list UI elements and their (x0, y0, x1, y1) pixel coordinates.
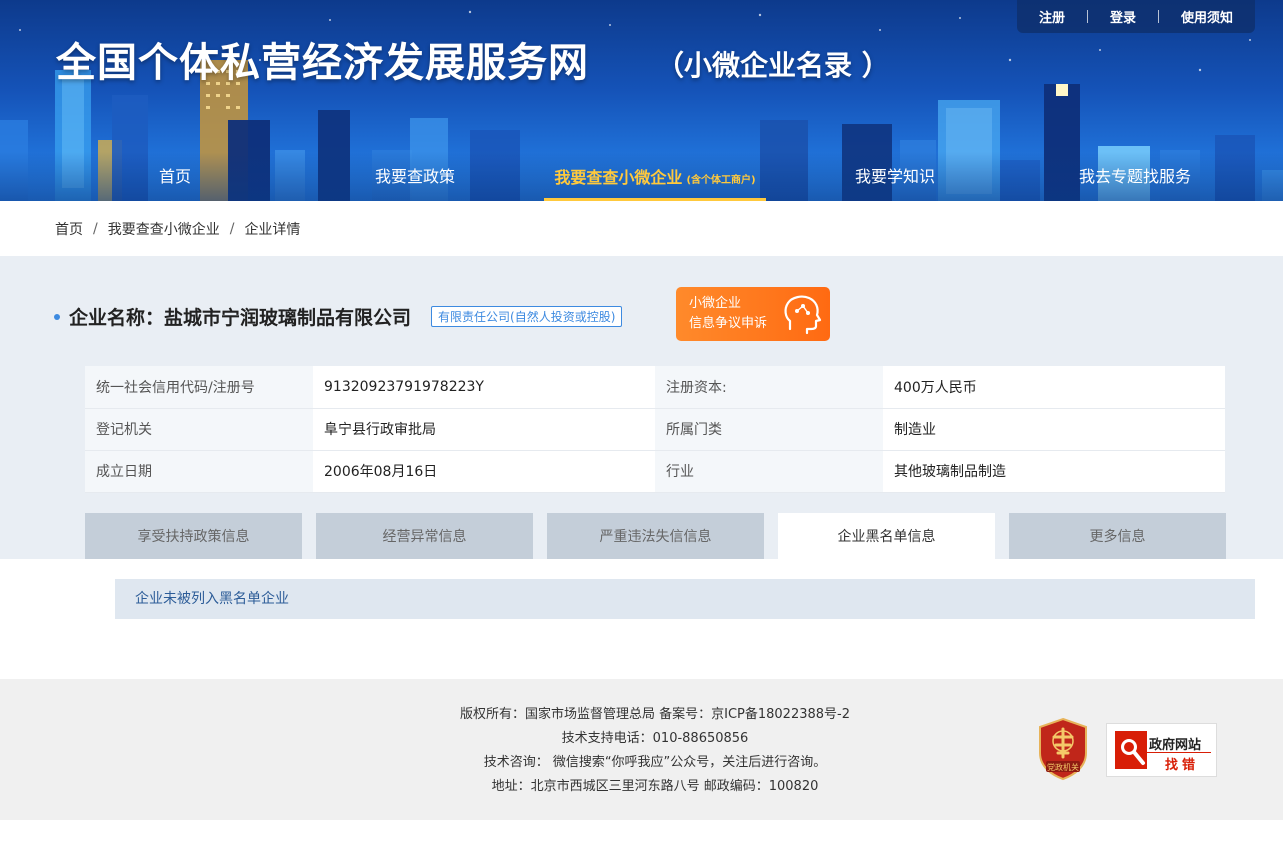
site-subtitle: （小微企业名录 ） (656, 49, 890, 82)
tab-support-policy[interactable]: 享受扶持政策信息 (85, 513, 302, 559)
info-key: 注册资本: (655, 366, 883, 409)
magnifier-icon (1115, 731, 1147, 769)
nav-label: 我要查查小微企业 (554, 168, 683, 187)
company-info-table: 统一社会信用代码/注册号 91320923791978223Y 注册资本: 40… (85, 366, 1225, 493)
tab-blacklist[interactable]: 企业黑名单信息 (778, 513, 995, 559)
table-row: 成立日期 2006年08月16日 行业 其他玻璃制品制造 (85, 450, 1225, 493)
gov-badge-line1: 政府网站 (1149, 738, 1202, 753)
top-links-bar: 注册 登录 使用须知 (1017, 0, 1255, 33)
breadcrumb-separator: / (93, 220, 98, 237)
info-key: 成立日期 (85, 450, 313, 493)
main-nav: 首页 我要查政策 我要查查小微企业 (含个体工商户) 我要学知识 我去专题找服务 (0, 152, 1283, 201)
dispute-appeal-button[interactable]: 小微企业 信息争议申诉 (676, 287, 830, 341)
breadcrumb: 首页 / 我要查查小微企业 / 企业详情 (0, 201, 1283, 256)
info-value: 2006年08月16日 (313, 450, 655, 493)
login-link[interactable]: 登录 (1088, 7, 1158, 26)
info-value: 制造业 (883, 408, 1225, 451)
info-key: 行业 (655, 450, 883, 493)
info-value: 400万人民币 (883, 366, 1225, 409)
breadcrumb-separator: / (229, 220, 235, 237)
badge-divider (1147, 752, 1211, 753)
info-key: 所属门类 (655, 408, 883, 451)
register-link[interactable]: 注册 (1017, 7, 1087, 26)
footer-info: 版权所有：国家市场监督管理总局 备案号：京ICP备18022388号-2 技术支… (0, 703, 1283, 799)
company-detail-panel: 企业名称：盐城市宁润玻璃制品有限公司 有限责任公司(自然人投资或控股) 小微企业… (0, 256, 1283, 559)
head-profile-icon (784, 295, 822, 335)
company-name: 企业名称：盐城市宁润玻璃制品有限公司 (69, 307, 412, 329)
nav-services[interactable]: 我去专题找服务 (1065, 152, 1205, 201)
blacklist-result: 企业未被列入黑名单企业 (115, 579, 1255, 619)
info-key: 统一社会信用代码/注册号 (85, 366, 313, 409)
nav-label: 我要查政策 (374, 167, 455, 186)
tab-abnormal-operation[interactable]: 经营异常信息 (316, 513, 533, 559)
gov-website-error-report-badge[interactable]: 政府网站 找错 (1106, 723, 1217, 777)
info-value: 阜宁县行政审批局 (313, 408, 655, 451)
tab-more-info[interactable]: 更多信息 (1009, 513, 1226, 559)
breadcrumb-enterprise-search[interactable]: 我要查查小微企业 (108, 219, 220, 239)
party-badge-label: 党政机关 (1047, 762, 1079, 772)
info-key: 登记机关 (85, 408, 313, 451)
nav-home[interactable]: 首页 (130, 152, 220, 201)
company-heading: 企业名称：盐城市宁润玻璃制品有限公司 有限责任公司(自然人投资或控股) (54, 303, 623, 330)
company-type-tag: 有限责任公司(自然人投资或控股) (431, 306, 623, 327)
site-title: 全国个体私营经济发展服务网 (56, 40, 589, 86)
info-value: 91320923791978223Y (313, 366, 655, 409)
site-header: 注册 登录 使用须知 全国个体私营经济发展服务网 （小微企业名录 ） 首页 我要… (0, 0, 1283, 201)
footer-address: 地址：北京市西城区三里河东路八号 邮政编码：100820 (491, 779, 819, 794)
bullet-dot-icon (54, 313, 60, 320)
nav-knowledge[interactable]: 我要学知识 (840, 152, 950, 201)
footer-copyright: 版权所有：国家市场监督管理总局 备案号：京ICP备18022388号-2 (459, 707, 850, 722)
site-footer: 版权所有：国家市场监督管理总局 备案号：京ICP备18022388号-2 技术支… (0, 679, 1283, 820)
table-row: 统一社会信用代码/注册号 91320923791978223Y 注册资本: 40… (85, 366, 1225, 409)
info-value: 其他玻璃制品制造 (883, 450, 1225, 493)
tab-serious-violation[interactable]: 严重违法失信信息 (547, 513, 764, 559)
party-government-badge-icon[interactable]: 党政机关 (1036, 717, 1090, 781)
table-row: 登记机关 阜宁县行政审批局 所属门类 制造业 (85, 408, 1225, 451)
footer-phone: 技术支持电话：010-88650856 (561, 731, 749, 746)
nav-note: (含个体工商户) (686, 175, 756, 186)
usage-notice-link[interactable]: 使用须知 (1159, 7, 1255, 26)
nav-label: 我要学知识 (854, 167, 935, 186)
nav-enterprise-search[interactable]: 我要查查小微企业 (含个体工商户) (544, 152, 766, 201)
breadcrumb-current: 企业详情 (244, 221, 301, 238)
nav-label: 我去专题找服务 (1078, 167, 1191, 186)
nav-policy[interactable]: 我要查政策 (360, 152, 470, 201)
footer-consult: 技术咨询： 微信搜索“你呼我应”公众号，关注后进行咨询。 (483, 755, 827, 770)
nav-label: 首页 (158, 167, 191, 186)
info-tabs: 享受扶持政策信息 经营异常信息 严重违法失信信息 企业黑名单信息 更多信息 (85, 513, 1240, 559)
breadcrumb-home[interactable]: 首页 (55, 219, 83, 239)
gov-badge-line2: 找错 (1165, 758, 1200, 773)
